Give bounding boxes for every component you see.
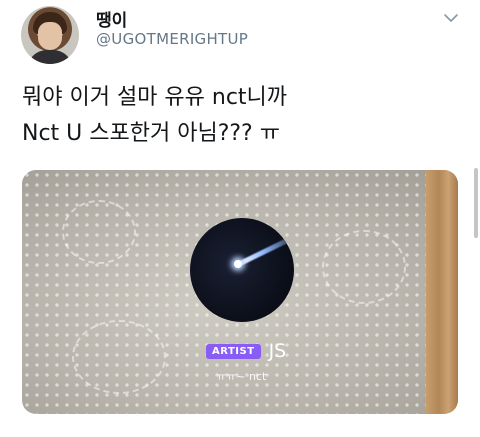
paper-pattern: [62, 200, 136, 264]
paper-pattern: [72, 320, 166, 394]
artist-badge: ARTIST: [206, 343, 261, 359]
tweet-line: 뭐야 이거 설마 유유 nct니까: [22, 85, 288, 110]
display-name[interactable]: 땡이: [96, 6, 127, 31]
artwork-disc: [190, 218, 294, 322]
chevron-down-icon[interactable]: [443, 10, 459, 26]
avatar-shirt: [27, 50, 73, 64]
wood-edge: [426, 170, 458, 414]
artist-name: JS: [268, 340, 287, 362]
tweet-media[interactable]: ARTIST JS ㅠㅠ~ nct: [22, 170, 458, 414]
avatar[interactable]: [21, 6, 79, 64]
avatar-face: [38, 22, 62, 50]
tweet-text: 뭐야 이거 설마 유유 nct니까 Nct U 스포한거 아님??? ㅠ: [22, 80, 472, 152]
light-spark: [234, 260, 242, 268]
media-caption: ㅠㅠ~ nct: [216, 370, 267, 383]
scrollbar[interactable]: [474, 168, 478, 238]
tweet-line: Nct U 스포한거 아님??? ㅠ: [22, 121, 280, 146]
light-beam: [236, 231, 294, 267]
paper-pattern: [322, 230, 406, 304]
artist-row: ARTIST JS: [206, 340, 286, 362]
user-handle[interactable]: @UGOTMERIGHTUP: [96, 30, 248, 48]
